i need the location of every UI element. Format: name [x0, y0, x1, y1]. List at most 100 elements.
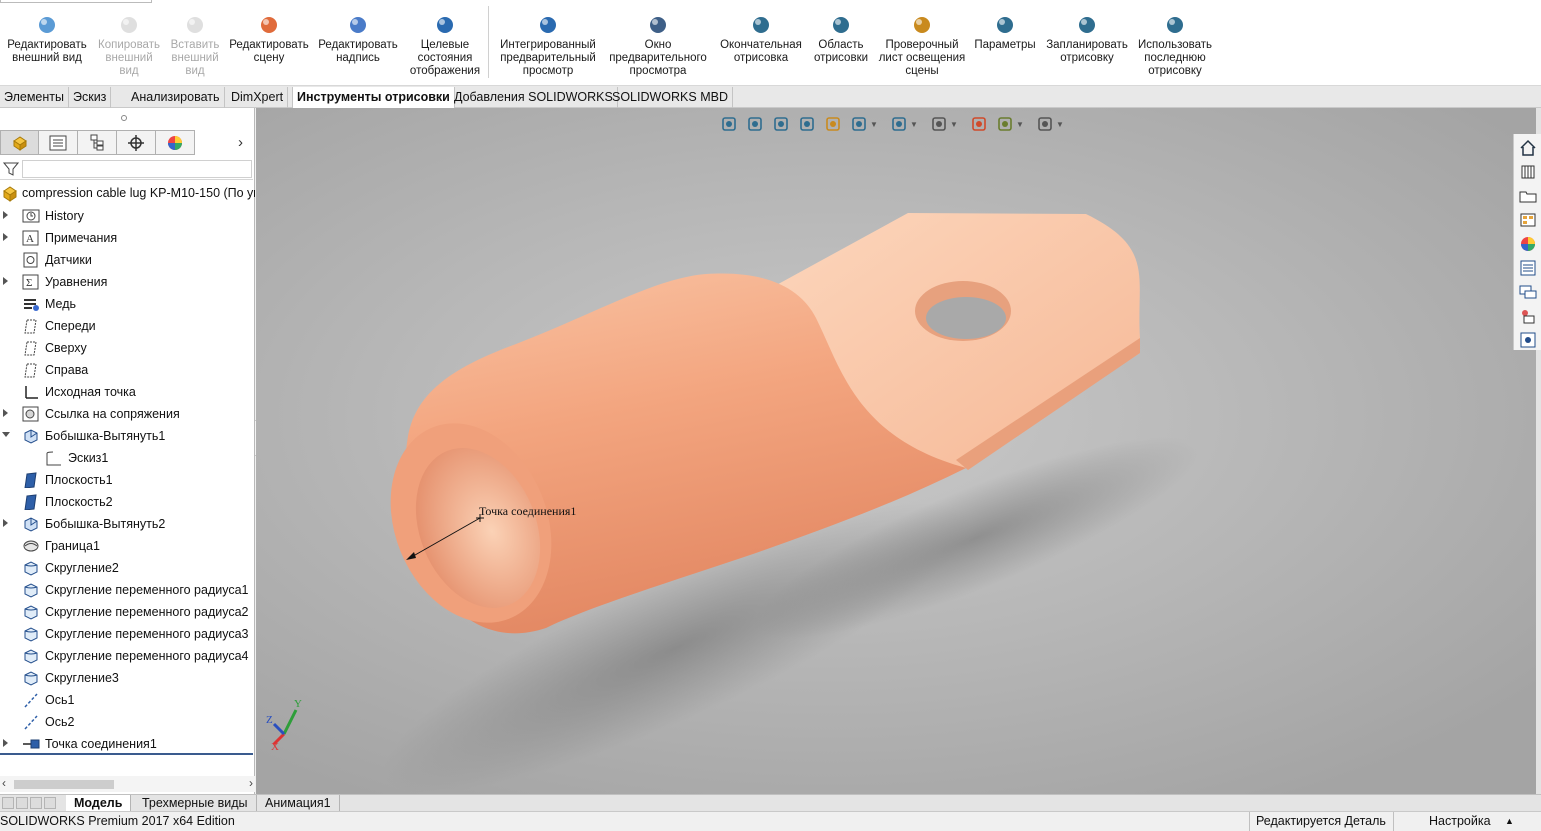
edit-appearance-hud-icon[interactable] [968, 114, 990, 134]
prev-tab-icon[interactable] [16, 797, 28, 809]
tree-item[interactable]: Сверху [0, 337, 255, 359]
chevron-right-icon[interactable]: › [238, 134, 243, 151]
dropdown-arrow-icon[interactable]: ▼ [1056, 120, 1064, 129]
tab-command-6[interactable]: SOLIDWORKS MBD [608, 87, 733, 108]
dropdown-arrow-icon[interactable]: ▼ [870, 120, 878, 129]
apply-scene-icon[interactable] [994, 114, 1016, 134]
tree-item[interactable]: History [0, 205, 255, 227]
zoom-to-fit-icon[interactable] [718, 114, 740, 134]
section-view-icon[interactable] [796, 114, 818, 134]
ribbon-button-integrated-preview[interactable]: Интегрированный предварительный просмотр [493, 14, 603, 78]
file-explorer-icon[interactable] [1517, 185, 1539, 207]
custom-properties-icon[interactable] [1517, 257, 1539, 279]
tree-item[interactable]: Бобышка-Вытянуть2 [0, 513, 255, 535]
panel-grip[interactable] [121, 115, 127, 121]
view-orientation-icon[interactable] [848, 114, 870, 134]
dropdown-arrow-icon[interactable]: ▼ [1016, 120, 1024, 129]
dynamic-annotation-views-icon[interactable] [822, 114, 844, 134]
tree-item[interactable]: Исходная точка [0, 381, 255, 403]
ribbon-button-recall-last-render[interactable]: Использовать последнюю отрисовку [1120, 14, 1230, 78]
tree-item[interactable]: Бобышка-Вытянуть1 [0, 425, 255, 447]
display-style-icon[interactable] [888, 114, 910, 134]
tree-item[interactable]: Справа [0, 359, 255, 381]
tree-item[interactable]: Скругление3 [0, 667, 255, 689]
filter-input[interactable] [22, 160, 252, 178]
render-manager-icon[interactable] [1517, 329, 1539, 351]
dropdown-arrow-icon[interactable]: ▼ [950, 120, 958, 129]
prev-view-icon[interactable]: ⧏ [1406, 108, 1419, 110]
tree-item[interactable]: Σ Уравнения [0, 271, 255, 293]
scroll-right-icon[interactable]: › [249, 776, 253, 790]
forum-icon[interactable] [1517, 281, 1539, 303]
tree-item[interactable]: Датчики [0, 249, 255, 271]
graphics-area[interactable]: Точка соединения1 ▼ ▼ ▼ ▼ ▼ ⧏ ⧐ – ❐ ✕ Y X Z [256, 108, 1536, 794]
scroll-thumb[interactable] [14, 780, 114, 789]
hide-show-items-icon[interactable] [928, 114, 950, 134]
minimize-icon[interactable]: – [1460, 108, 1467, 109]
tree-item[interactable]: Скругление переменного радиуса2 [0, 601, 255, 623]
tree-item[interactable]: Плоскость1 [0, 469, 255, 491]
tree-item[interactable]: Скругление2 [0, 557, 255, 579]
close-icon[interactable]: ✕ [1512, 108, 1523, 110]
tab-bottom-2[interactable]: Анимация1 [257, 795, 340, 812]
solidworks-resources-icon[interactable] [1517, 137, 1539, 159]
tree-item[interactable]: Медь [0, 293, 255, 315]
appearances-scenes-icon[interactable] [1517, 233, 1539, 255]
tree-item[interactable]: Эскиз1 [0, 447, 255, 469]
tree-item[interactable]: Точка соединения1 [0, 733, 255, 755]
scroll-left-icon[interactable]: ‹ [2, 776, 6, 790]
tab-command-2[interactable]: Анализировать [127, 87, 225, 108]
expanded-caret-icon[interactable] [2, 432, 10, 437]
view-settings-icon[interactable] [1034, 114, 1056, 134]
status-units-custom[interactable]: Настройка [1429, 814, 1491, 828]
tab-command-0[interactable]: Элементы [0, 87, 69, 108]
previous-view-icon[interactable] [770, 114, 792, 134]
tab-command-3[interactable]: DimXpert [227, 87, 289, 108]
tab-bottom-1[interactable]: Трехмерные виды [134, 795, 257, 812]
tree-item[interactable]: Скругление переменного радиуса4 [0, 645, 255, 667]
restore-icon[interactable]: ❐ [1486, 108, 1498, 110]
next-tab-icon[interactable] [30, 797, 42, 809]
tree-item[interactable]: Ось2 [0, 711, 255, 733]
tab-command-1[interactable]: Эскиз [69, 87, 112, 108]
ribbon-button-preview-window[interactable]: Окно предварительного просмотра [603, 14, 713, 78]
collapsed-caret-icon[interactable] [3, 519, 8, 527]
view-palette-icon[interactable] [1517, 209, 1539, 231]
tree-item[interactable]: Плоскость2 [0, 491, 255, 513]
tab-feature-manager[interactable] [0, 130, 40, 155]
tree-horizontal-scrollbar[interactable]: ‹ › [0, 776, 255, 792]
filter-icon[interactable] [3, 161, 19, 177]
last-tab-icon[interactable] [44, 797, 56, 809]
collapsed-caret-icon[interactable] [3, 233, 8, 241]
tree-item[interactable]: A Примечания [0, 227, 255, 249]
collapsed-caret-icon[interactable] [3, 739, 8, 747]
tree-rollback-bar[interactable] [0, 753, 253, 755]
solidworks-plastics-icon[interactable] [1517, 305, 1539, 327]
tab-configuration-manager[interactable] [77, 130, 117, 155]
tree-item[interactable]: Граница1 [0, 535, 255, 557]
first-tab-icon[interactable] [2, 797, 14, 809]
tree-item[interactable]: Спереди [0, 315, 255, 337]
tab-display-manager[interactable] [155, 130, 195, 155]
tree-root-part[interactable]: compression cable lug KP-M10-150 (По ум [0, 183, 255, 205]
collapsed-caret-icon[interactable] [3, 211, 8, 219]
zoom-to-area-icon[interactable] [744, 114, 766, 134]
collapsed-caret-icon[interactable] [3, 409, 8, 417]
next-view-icon[interactable]: ⧐ [1432, 108, 1445, 110]
collapsed-caret-icon[interactable] [3, 277, 8, 285]
tab-property-manager[interactable] [38, 130, 78, 155]
dropdown-arrow-icon[interactable]: ▼ [910, 120, 918, 129]
tree-item[interactable]: Ось1 [0, 689, 255, 711]
ribbon-button-display-states[interactable]: Целевые состояния отображения [390, 14, 500, 78]
chevron-up-icon[interactable]: ▲ [1505, 816, 1514, 826]
tree-item-label: Медь [45, 297, 77, 311]
design-library-icon[interactable] [1517, 161, 1539, 183]
tree-item-label: Скругление переменного радиуса4 [45, 649, 249, 663]
tree-item[interactable]: Скругление переменного радиуса3 [0, 623, 255, 645]
tab-dimxpert-manager[interactable] [116, 130, 156, 155]
tab-bottom-0[interactable]: Модель [66, 795, 132, 812]
tab-command-4[interactable]: Инструменты отрисовки [292, 87, 455, 108]
tree-item[interactable]: Ссылка на сопряжения [0, 403, 255, 425]
tab-command-5[interactable]: Добавления SOLIDWORKS [450, 87, 618, 108]
tree-item[interactable]: Скругление переменного радиуса1 [0, 579, 255, 601]
